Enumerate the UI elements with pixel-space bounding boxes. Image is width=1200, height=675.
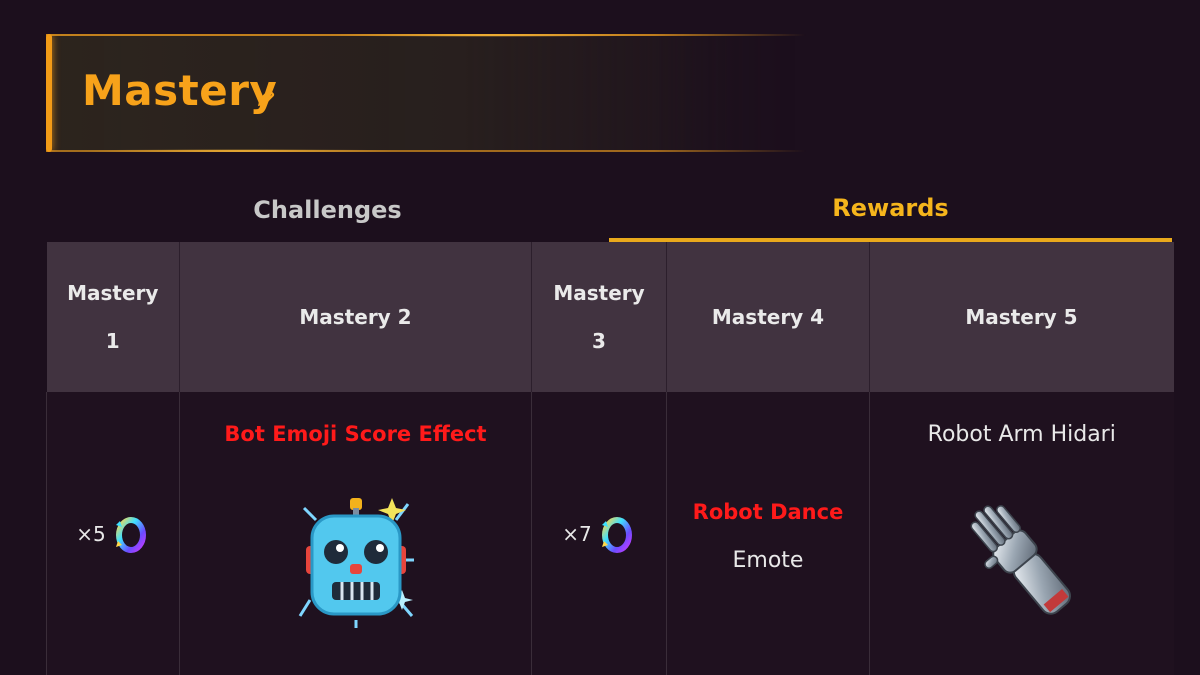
column-header-mastery-3: Mastery 3 <box>531 242 667 392</box>
page-title: Mastery <box>82 66 278 115</box>
pencil-icon[interactable] <box>254 88 276 110</box>
reward-cell-mastery-2: Bot Emoji Score Effect <box>179 392 532 675</box>
rewards-table: Mastery 1 Mastery 2 Mastery 3 Mastery 4 … <box>46 242 1174 675</box>
reward-quantity: ×7 <box>562 521 592 546</box>
mastery-page: Mastery Challenges Rewards Mastery 1 Mas… <box>0 0 1200 675</box>
table-header-row: Mastery 1 Mastery 2 Mastery 3 Mastery 4 … <box>46 242 1174 392</box>
reward-type: Emote <box>732 548 804 573</box>
column-header-label: Mastery 2 <box>299 305 412 329</box>
column-header-label: Mastery 4 <box>711 305 825 329</box>
reward-text-group: Robot Dance Emote <box>667 500 869 573</box>
reward-name: Robot Arm Hidari <box>927 422 1116 447</box>
reward-cell-mastery-3: ×7 <box>531 392 667 675</box>
robot-emoji-icon <box>298 498 414 628</box>
reward-cell-mastery-5: Robot Arm Hidari <box>869 392 1174 675</box>
tab-challenges[interactable]: Challenges <box>46 178 609 242</box>
column-header-mastery-4: Mastery 4 <box>666 242 870 392</box>
robot-arm-icon <box>970 505 1071 615</box>
mastery-ring-icon <box>115 516 146 553</box>
reward-quantity: ×5 <box>76 521 106 546</box>
mastery-header-banner: Mastery <box>46 33 806 153</box>
mastery-ring-icon <box>601 516 632 553</box>
column-header-mastery-1: Mastery 1 <box>46 242 180 392</box>
column-header-label: Mastery 5 <box>965 305 1078 329</box>
reward-cell-mastery-1: ×5 <box>46 392 180 675</box>
reward-quantity-group: ×5 <box>76 511 149 557</box>
column-header-mastery-2: Mastery 2 <box>179 242 532 392</box>
column-header-level: 3 <box>592 329 606 353</box>
table-row: ×5 Bot Emoji Score Effect ×7 Robot Dance… <box>46 392 1174 675</box>
reward-quantity-group: ×7 <box>562 511 635 557</box>
column-header-level: 1 <box>105 329 120 353</box>
header-glow-bottom <box>76 149 406 153</box>
column-header-label: Mastery <box>553 281 645 305</box>
tab-rewards[interactable]: Rewards <box>609 178 1172 242</box>
reward-name: Robot Dance <box>692 500 844 524</box>
column-header-label: Mastery <box>67 281 159 305</box>
tab-bar: Challenges Rewards <box>46 178 1173 242</box>
header-glow-top <box>326 33 656 37</box>
column-header-mastery-5: Mastery 5 <box>869 242 1174 392</box>
reward-cell-mastery-4: Robot Dance Emote <box>666 392 870 675</box>
reward-name: Bot Emoji Score Effect <box>224 422 487 446</box>
